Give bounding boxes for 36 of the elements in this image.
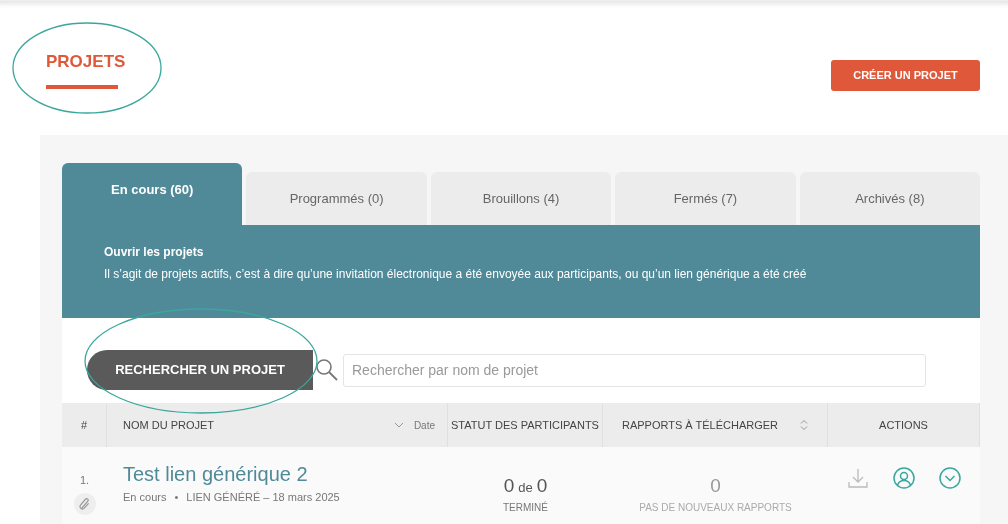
download-icon[interactable] (847, 466, 869, 489)
column-header: STATUT DES PARTICIPANTS (451, 417, 599, 433)
tab[interactable]: Archivés (8) (799, 172, 981, 225)
tab[interactable]: En cours (60) (62, 163, 243, 225)
sort-icon[interactable] (800, 419, 809, 431)
search-field[interactable]: Rechercher par nom de projet (343, 353, 926, 387)
info-text: Il s’agit de projets actifs, c’est à dire qu’une invitation électronique a été envoyée aux participants, ou qu’un lien générique a été créé (104, 266, 808, 283)
column-header: ACTIONS (879, 417, 928, 433)
link-icon (73, 492, 96, 515)
tab[interactable]: Fermés (7) (615, 172, 796, 225)
column-header: # (80, 417, 88, 433)
row-number: 1. (79, 473, 90, 489)
participants-done: 0 (503, 473, 515, 498)
of-label: de (518, 478, 533, 497)
reports-status: PAS DE NOUVEAUX RAPPORTS (639, 501, 792, 516)
chevron-down-icon[interactable] (393, 422, 404, 428)
info-title: Ouvrir les projets (104, 244, 205, 261)
link-info: LIEN GÉNÉRÉ – 18 mars 2025 (186, 490, 340, 505)
search-icon (315, 358, 339, 382)
reports-count: 0 (710, 473, 721, 498)
chevron-down-icon[interactable] (939, 466, 961, 489)
column-header: RAPPORTS À TÉLÉCHARGER (621, 417, 779, 433)
project-name-link[interactable]: Test lien générique 2 (123, 463, 436, 485)
tab[interactable]: Brouillons (4) (430, 172, 612, 225)
participants-total: 0 (536, 473, 548, 498)
user-icon[interactable] (893, 466, 915, 489)
project-status: En cours (123, 490, 167, 505)
separator-dot: • (174, 490, 179, 505)
date-sort-label[interactable]: Date (413, 417, 435, 433)
search-project-button[interactable]: RECHERCHER UN PROJET (87, 350, 313, 390)
title-underline (46, 84, 118, 89)
create-project-button[interactable]: CRÉER UN PROJET (831, 60, 980, 91)
column-header: NOM DU PROJET (123, 417, 215, 433)
participants-status: TERMINÉ (503, 500, 548, 516)
tab[interactable]: Programmés (0) (246, 172, 427, 225)
page-title: PROJETS (46, 51, 126, 73)
